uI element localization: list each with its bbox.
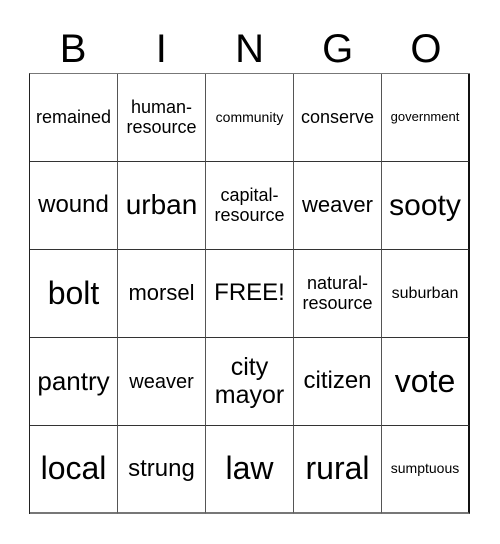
bingo-cell[interactable]: natural- resource bbox=[294, 250, 382, 338]
bingo-cell[interactable]: capital- resource bbox=[206, 162, 294, 250]
bingo-cell[interactable]: wound bbox=[30, 162, 118, 250]
bingo-cell[interactable]: citizen bbox=[294, 338, 382, 426]
bingo-cell[interactable]: conserve bbox=[294, 74, 382, 162]
bingo-cell[interactable]: morsel bbox=[118, 250, 206, 338]
header-letter-b: B bbox=[59, 27, 87, 71]
bingo-header: B I N G O bbox=[29, 26, 470, 72]
header-letter-o: O bbox=[410, 27, 442, 71]
header-letter-n: N bbox=[235, 27, 264, 71]
bingo-cell[interactable]: government bbox=[382, 74, 470, 162]
bingo-cell[interactable]: community bbox=[206, 74, 294, 162]
free-space-cell[interactable]: FREE! bbox=[206, 250, 294, 338]
bingo-cell[interactable]: bolt bbox=[30, 250, 118, 338]
bingo-cell[interactable]: weaver bbox=[118, 338, 206, 426]
bingo-cell[interactable]: rural bbox=[294, 426, 382, 514]
bingo-cell[interactable]: strung bbox=[118, 426, 206, 514]
bingo-grid: remained human- resource community conserve… bbox=[29, 73, 470, 514]
bingo-cell[interactable]: local bbox=[30, 426, 118, 514]
bingo-cell[interactable]: remained bbox=[30, 74, 118, 162]
header-letter-g: G bbox=[322, 27, 354, 71]
bingo-cell[interactable]: weaver bbox=[294, 162, 382, 250]
bingo-cell[interactable]: sooty bbox=[382, 162, 470, 250]
bingo-cell[interactable]: pantry bbox=[30, 338, 118, 426]
bingo-cell[interactable]: city mayor bbox=[206, 338, 294, 426]
bingo-cell[interactable]: vote bbox=[382, 338, 470, 426]
bingo-cell[interactable]: urban bbox=[118, 162, 206, 250]
header-letter-i: I bbox=[155, 27, 167, 71]
bingo-cell[interactable]: sumptuous bbox=[382, 426, 470, 514]
bingo-cell[interactable]: human- resource bbox=[118, 74, 206, 162]
bingo-cell[interactable]: suburban bbox=[382, 250, 470, 338]
bingo-cell[interactable]: law bbox=[206, 426, 294, 514]
